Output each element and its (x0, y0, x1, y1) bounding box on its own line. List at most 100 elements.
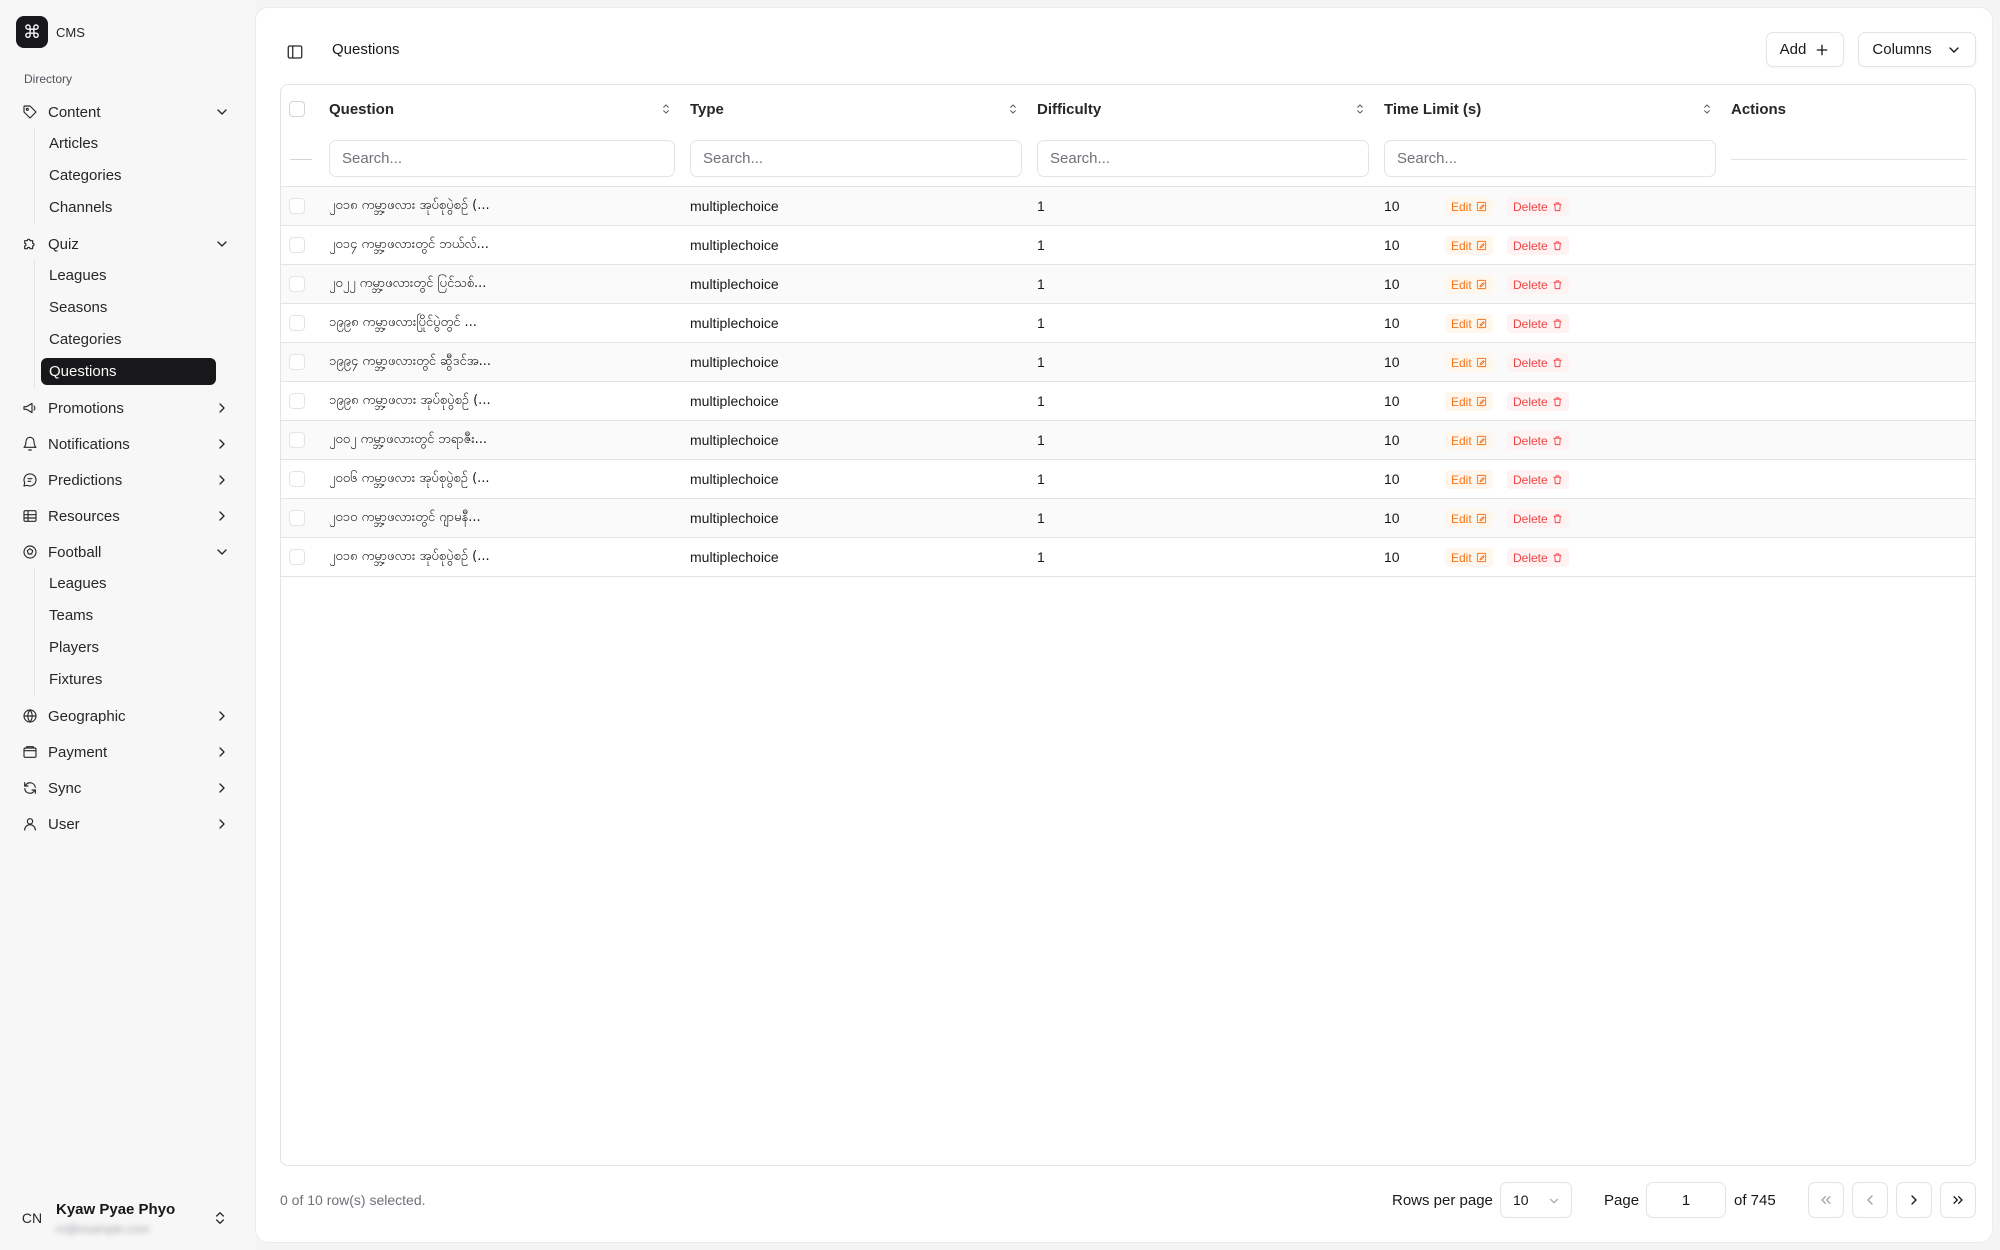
type-search-input[interactable] (690, 140, 1022, 177)
delete-button[interactable]: Delete (1507, 275, 1569, 294)
first-page-button[interactable] (1808, 1182, 1844, 1218)
question-cell: ၂၀၂၂ ကမ္ဘာ့ဖလားတွင် ပြင်သစ်... (329, 275, 487, 291)
row-checkbox[interactable] (289, 237, 305, 253)
delete-button[interactable]: Delete (1507, 509, 1569, 528)
rows-per-page-select[interactable]: 10 (1500, 1182, 1572, 1218)
row-checkbox[interactable] (289, 471, 305, 487)
edit-label: Edit (1451, 238, 1472, 253)
row-checkbox[interactable] (289, 198, 305, 214)
table-row[interactable]: ၂၀၁၈ ကမ္ဘာ့ဖလား အုပ်စုပွဲစဉ် (... multipl… (281, 187, 1975, 226)
sidebar-item-quiz-leagues[interactable]: Leagues (41, 262, 216, 289)
sidebar-item-football-leagues[interactable]: Leagues (41, 570, 216, 597)
sidebar-toggle-button[interactable] (282, 39, 308, 65)
columns-button[interactable]: Columns (1858, 32, 1976, 67)
time-limit-search-input[interactable] (1384, 140, 1716, 177)
previous-page-button[interactable] (1852, 1182, 1888, 1218)
edit-button[interactable]: Edit (1445, 509, 1493, 528)
sidebar-item-teams[interactable]: Teams (41, 602, 216, 629)
delete-button[interactable]: Delete (1507, 353, 1569, 372)
table-row[interactable]: ၂၀၀၂ ကမ္ဘာ့ဖလားတွင် ဘရာဇီး... multiplecho… (281, 421, 1975, 460)
sidebar-item-content-categories[interactable]: Categories (41, 162, 216, 189)
nav-group-content[interactable]: Content (20, 98, 240, 126)
nav-group-geographic[interactable]: Geographic (20, 702, 240, 730)
nav-group-quiz[interactable]: Quiz (20, 230, 240, 258)
edit-button[interactable]: Edit (1445, 275, 1493, 294)
column-header-time-limit[interactable]: Time Limit (s) (1384, 85, 1481, 133)
nav-group-football[interactable]: Football (20, 538, 240, 566)
row-checkbox[interactable] (289, 354, 305, 370)
column-header-type[interactable]: Type (690, 85, 724, 133)
delete-button[interactable]: Delete (1507, 548, 1569, 567)
page-number-input[interactable] (1646, 1182, 1726, 1218)
edit-button[interactable]: Edit (1445, 197, 1493, 216)
chevron-right-icon (214, 472, 230, 488)
delete-button[interactable]: Delete (1507, 392, 1569, 411)
row-checkbox[interactable] (289, 432, 305, 448)
difficulty-search-input[interactable] (1037, 140, 1369, 177)
edit-label: Edit (1451, 277, 1472, 292)
nav-group-label: Payment (48, 743, 108, 761)
column-header-difficulty[interactable]: Difficulty (1037, 85, 1101, 133)
add-button[interactable]: Add (1766, 32, 1844, 67)
select-all-checkbox[interactable] (289, 101, 305, 117)
sidebar-item-articles[interactable]: Articles (41, 130, 216, 157)
question-search-input[interactable] (329, 140, 675, 177)
chevron-right-icon (214, 508, 230, 524)
delete-button[interactable]: Delete (1507, 470, 1569, 489)
edit-button[interactable]: Edit (1445, 548, 1493, 567)
nav-group-predictions[interactable]: Predictions (20, 466, 240, 494)
sidebar-item-fixtures[interactable]: Fixtures (41, 666, 216, 693)
edit-button[interactable]: Edit (1445, 353, 1493, 372)
sort-icon[interactable] (659, 102, 673, 116)
sidebar-item-seasons[interactable]: Seasons (41, 294, 216, 321)
table-row[interactable]: ၂၀၁၀ ကမ္ဘာ့ဖလားတွင် ဂျာမနီ... multiplecho… (281, 499, 1975, 538)
table-row[interactable]: ၂၀၂၂ ကမ္ဘာ့ဖလားတွင် ပြင်သစ်... multiplech… (281, 265, 1975, 304)
delete-button[interactable]: Delete (1507, 314, 1569, 333)
table-row[interactable]: ၂၀၁၄ ကမ္ဘာ့ဖလားတွင် ဘယ်လ်... multiplechoi… (281, 226, 1975, 265)
nav-group-payment[interactable]: Payment (20, 738, 240, 766)
row-checkbox[interactable] (289, 276, 305, 292)
sidebar-item-quiz-categories[interactable]: Categories (41, 326, 216, 353)
nav-group-label: Football (48, 543, 102, 561)
edit-button[interactable]: Edit (1445, 314, 1493, 333)
delete-button[interactable]: Delete (1507, 236, 1569, 255)
sort-icon[interactable] (1006, 102, 1020, 116)
edit-label: Edit (1451, 316, 1472, 331)
column-header-question[interactable]: Question (329, 85, 394, 133)
nav-group-sync[interactable]: Sync (20, 774, 240, 802)
columns-button-label: Columns (1872, 41, 1932, 58)
row-checkbox[interactable] (289, 315, 305, 331)
delete-button[interactable]: Delete (1507, 431, 1569, 450)
sort-icon[interactable] (1353, 102, 1367, 116)
question-cell: ၂၀၁၄ ကမ္ဘာ့ဖလားတွင် ဘယ်လ်... (329, 236, 489, 252)
type-cell: multiplechoice (690, 549, 779, 565)
table-header-row: Question Type Difficulty Time Limit (s) … (281, 85, 1975, 133)
nav-group-resources[interactable]: Resources (20, 502, 240, 530)
last-page-button[interactable] (1940, 1182, 1976, 1218)
sort-icon[interactable] (1700, 102, 1714, 116)
row-checkbox[interactable] (289, 549, 305, 565)
edit-button[interactable]: Edit (1445, 392, 1493, 411)
next-page-button[interactable] (1896, 1182, 1932, 1218)
table-row[interactable]: ၁၉၉၈ ကမ္ဘာ့ဖလားပြိုင်ပွဲတွင် ... multiple… (281, 304, 1975, 343)
table-row[interactable]: ၁၉၉၄ ကမ္ဘာ့ဖလားတွင် ဆွီဒင်အ... multiplech… (281, 343, 1975, 382)
nav-group-user[interactable]: User (20, 810, 240, 838)
chevrons-left-icon (1821, 1196, 1831, 1204)
nav-group-notifications[interactable]: Notifications (20, 430, 240, 458)
row-checkbox[interactable] (289, 393, 305, 409)
edit-button[interactable]: Edit (1445, 431, 1493, 450)
row-checkbox[interactable] (289, 510, 305, 526)
nav-group-promotions[interactable]: Promotions (20, 394, 240, 422)
table-row[interactable]: ၂၀၀၆ ကမ္ဘာ့ဖလား အုပ်စုပွဲစဉ် (... multipl… (281, 460, 1975, 499)
table-row[interactable]: ၂၀၁၈ ကမ္ဘာ့ဖလား အုပ်စုပွဲစဉ် (... multipl… (281, 538, 1975, 577)
trash-icon (1548, 318, 1563, 329)
sidebar-item-questions[interactable]: Questions (41, 358, 216, 385)
sidebar-item-players[interactable]: Players (41, 634, 216, 661)
table-row[interactable]: ၁၉၉၈ ကမ္ဘာ့ဖလား အုပ်စုပွဲစဉ် (... multipl… (281, 382, 1975, 421)
edit-button[interactable]: Edit (1445, 236, 1493, 255)
brand[interactable]: ⌘ CMS (16, 16, 85, 48)
delete-button[interactable]: Delete (1507, 197, 1569, 216)
sidebar-item-channels[interactable]: Channels (41, 194, 216, 221)
user-menu[interactable]: CN Kyaw Pyae Phyo m@example.com (16, 1196, 244, 1240)
edit-button[interactable]: Edit (1445, 470, 1493, 489)
